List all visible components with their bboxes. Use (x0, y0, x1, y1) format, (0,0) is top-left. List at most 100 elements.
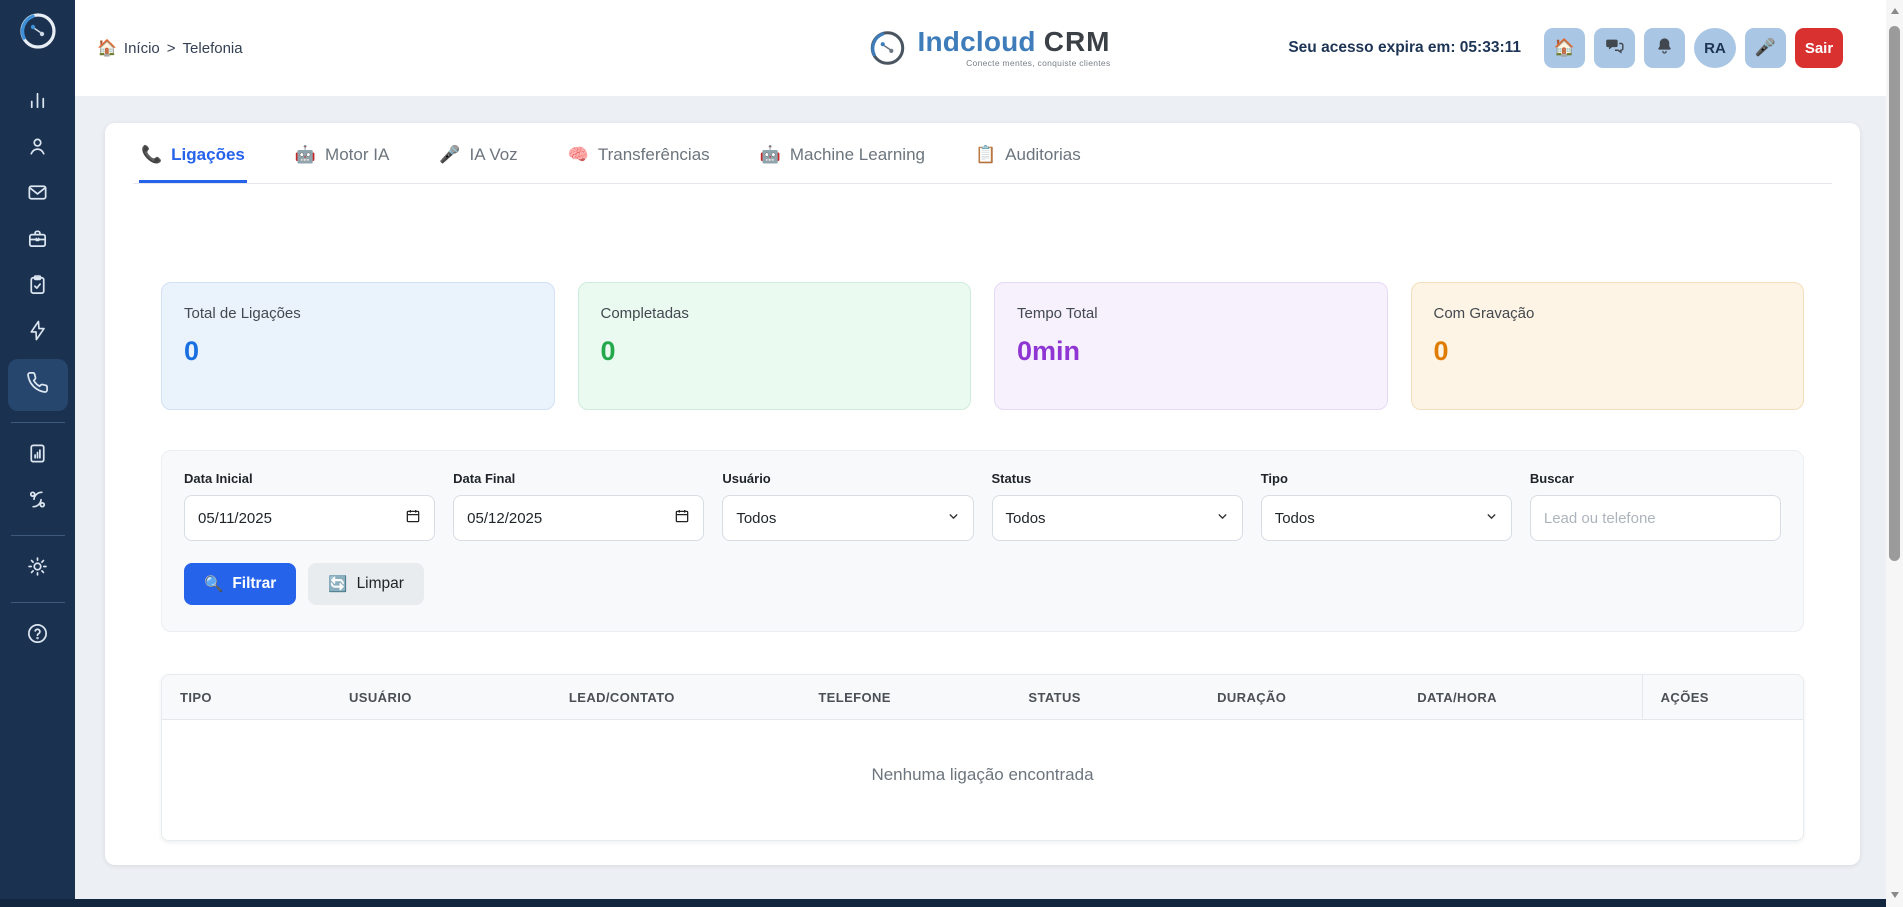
select-value: Todos (1006, 510, 1046, 527)
date-value: 05/11/2025 (198, 510, 272, 527)
envelope-icon (26, 181, 49, 209)
chevron-down-icon (947, 510, 960, 527)
sidebar-item-settings[interactable] (10, 549, 66, 589)
status-select[interactable]: Todos (992, 495, 1243, 541)
clear-button-label: Limpar (357, 575, 404, 593)
stat-value: 0min (1017, 336, 1365, 367)
stat-card-com-gravacao: Com Gravação 0 (1411, 282, 1805, 410)
avatar[interactable]: RA (1694, 28, 1736, 68)
field-data-inicial: Data Inicial 05/11/2025 (184, 471, 435, 541)
bell-icon (1655, 36, 1674, 60)
clear-button[interactable]: 🔄 Limpar (308, 563, 424, 605)
person-icon (26, 135, 49, 163)
data-final-input[interactable]: 05/12/2025 (453, 495, 704, 541)
tab-ia-voz[interactable]: 🎤 IA Voz (437, 145, 519, 183)
home-button[interactable]: 🏠 (1544, 28, 1585, 68)
bar-chart-icon (26, 89, 49, 117)
app-logo[interactable] (17, 10, 59, 57)
clipboard-check-icon (26, 273, 49, 301)
chat-button[interactable] (1594, 28, 1635, 68)
logout-button[interactable]: Sair (1795, 28, 1843, 68)
microphone-icon: 🎤 (439, 145, 460, 165)
col-tipo: TIPO (162, 675, 331, 720)
tab-label: Auditorias (1005, 145, 1081, 165)
sidebar-divider (11, 602, 65, 603)
calendar-icon (674, 508, 690, 528)
tipo-select[interactable]: Todos (1261, 495, 1512, 541)
bottom-edge (0, 899, 1886, 907)
lightning-icon (26, 319, 49, 347)
sidebar-divider (11, 535, 65, 536)
vertical-scrollbar[interactable] (1886, 0, 1903, 907)
chevron-down-icon (1216, 510, 1229, 527)
integrations-icon (26, 488, 49, 516)
indcloud-logo-icon (867, 28, 907, 68)
tab-label: Transferências (598, 145, 710, 165)
stat-card-tempo-total: Tempo Total 0min (994, 282, 1388, 410)
tab-label: Machine Learning (790, 145, 925, 165)
robot-icon: 🤖 (760, 145, 781, 165)
breadcrumb[interactable]: 🏠 Início > Telefonia (97, 38, 243, 58)
tab-label: Motor IA (325, 145, 389, 165)
sidebar-item-business[interactable] (10, 221, 66, 261)
field-label: Data Final (453, 471, 704, 486)
session-expiry-text: Seu acesso expira em: 05:33:11 (1288, 39, 1521, 57)
date-value: 05/12/2025 (467, 510, 542, 527)
brand-tagline: Conecte mentes, conquiste clientes (917, 59, 1110, 68)
robot-icon: 🤖 (295, 145, 316, 165)
sidebar-item-dashboard[interactable] (10, 83, 66, 123)
sidebar-item-reports[interactable] (10, 436, 66, 476)
filter-button[interactable]: 🔍 Filtrar (184, 563, 296, 605)
breadcrumb-separator: > (167, 40, 176, 57)
field-status: Status Todos (992, 471, 1243, 541)
microphone-button[interactable]: 🎤 (1745, 28, 1786, 68)
stat-value: 0 (1434, 336, 1782, 367)
tab-transferencias[interactable]: 🧠 Transferências (566, 145, 712, 183)
stat-value: 0 (601, 336, 949, 367)
scrollbar-thumb[interactable] (1889, 26, 1900, 561)
empty-state-row: Nenhuma ligação encontrada (162, 720, 1803, 841)
field-label: Status (992, 471, 1243, 486)
table-header-row: TIPO USUÁRIO LEAD/CONTATO TELEFONE STATU… (162, 675, 1803, 720)
col-lead-contato: LEAD/CONTATO (551, 675, 800, 720)
select-value: Todos (736, 510, 776, 527)
scroll-up-arrow[interactable] (1891, 8, 1899, 14)
refresh-icon: 🔄 (328, 575, 347, 594)
sidebar-item-email[interactable] (10, 175, 66, 215)
field-label: Data Inicial (184, 471, 435, 486)
sidebar-divider (11, 422, 65, 423)
phone-icon (26, 371, 49, 399)
data-inicial-input[interactable]: 05/11/2025 (184, 495, 435, 541)
breadcrumb-home[interactable]: Início (124, 40, 160, 57)
col-data-hora: DATA/HORA (1399, 675, 1642, 720)
filter-button-label: Filtrar (232, 575, 276, 593)
search-input[interactable] (1530, 495, 1781, 541)
field-buscar: Buscar (1530, 471, 1781, 541)
col-acoes: AÇÕES (1642, 675, 1803, 720)
sidebar-item-contacts[interactable] (10, 129, 66, 169)
sidebar-item-automations[interactable] (10, 313, 66, 353)
tab-ligacoes[interactable]: 📞 Ligações (139, 145, 247, 183)
clipboard-icon: 📋 (975, 145, 996, 165)
sidebar-item-integrations[interactable] (10, 482, 66, 522)
sidebar-item-telephony[interactable] (8, 359, 68, 411)
select-value: Todos (1275, 510, 1315, 527)
scroll-down-arrow[interactable] (1891, 892, 1899, 898)
briefcase-icon (26, 227, 49, 255)
sidebar-item-tasks[interactable] (10, 267, 66, 307)
stats-row: Total de Ligações 0 Completadas 0 Tempo … (161, 282, 1804, 410)
search-icon: 🔍 (204, 575, 223, 594)
calls-table: TIPO USUÁRIO LEAD/CONTATO TELEFONE STATU… (162, 675, 1803, 840)
col-telefone: TELEFONE (800, 675, 1010, 720)
stat-label: Total de Ligações (184, 305, 532, 322)
tab-machine-learning[interactable]: 🤖 Machine Learning (758, 145, 927, 183)
field-tipo: Tipo Todos (1261, 471, 1512, 541)
tab-auditorias[interactable]: 📋 Auditorias (973, 145, 1083, 183)
notifications-button[interactable] (1644, 28, 1685, 68)
stat-value: 0 (184, 336, 532, 367)
usuario-select[interactable]: Todos (722, 495, 973, 541)
sidebar-item-help[interactable] (10, 616, 66, 656)
top-header: 🏠 Início > Telefonia Indcloud CRM (75, 0, 1903, 96)
tab-label: Ligações (171, 145, 245, 165)
tab-motor-ia[interactable]: 🤖 Motor IA (293, 145, 391, 183)
